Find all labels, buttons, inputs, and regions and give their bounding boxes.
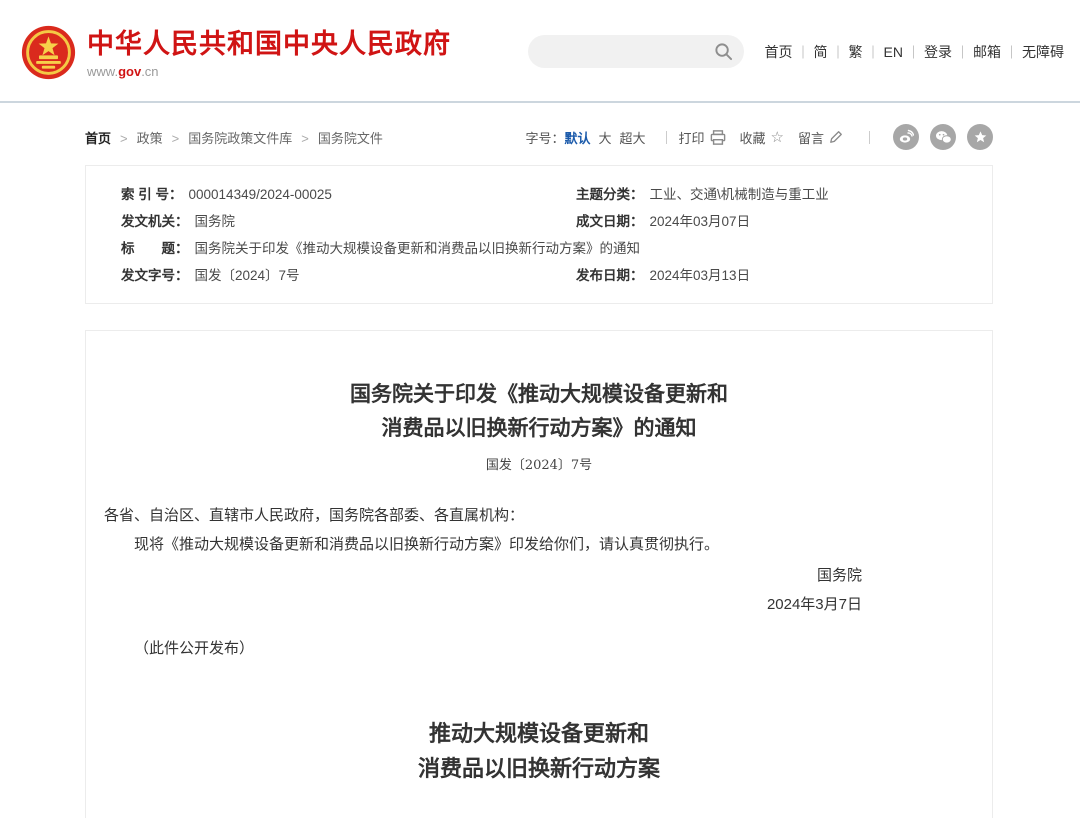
meta-agency-value: 国务院 [195, 214, 236, 229]
breadcrumb-policy-library[interactable]: 国务院政策文件库 [188, 128, 318, 147]
signature-block: 国务院 2024年3月7日 [104, 561, 974, 619]
meta-ref-no-value: 国发〔2024〕7号 [195, 268, 300, 283]
breadcrumb-policy[interactable]: 政策 [137, 128, 189, 147]
document-body: 各省、自治区、直辖市人民政府，国务院各部委、各直属机构： 现将《推动大规模设备更… [104, 501, 974, 818]
plan-subtitle: 推动大规模设备更新和 消费品以旧换新行动方案 [104, 717, 974, 787]
print-button[interactable]: 打印 [679, 128, 726, 147]
url-cn: .cn [141, 64, 158, 79]
nav-traditional[interactable]: 繁 [848, 42, 883, 62]
nav-login[interactable]: 登录 [924, 42, 973, 62]
document-content-box: 国务院关于印发《推动大规模设备更新和 消费品以旧换新行动方案》的通知 国发〔20… [85, 330, 993, 818]
signer: 国务院 [104, 561, 862, 590]
search-icon[interactable] [714, 42, 733, 66]
plan-subtitle-line2: 消费品以旧换新行动方案 [418, 756, 660, 782]
breadcrumb: 首页 政策 国务院政策文件库 国务院文件 [85, 128, 383, 147]
meta-index: 索 引 号： 000014349/2024-00025 [121, 181, 576, 208]
meta-title-value: 国务院关于印发《推动大规模设备更新和消费品以旧换新行动方案》的通知 [195, 241, 641, 256]
meta-topic-label: 主题分类： [576, 187, 644, 202]
site-title: 中华人民共和国中央人民政府 [87, 22, 451, 61]
meta-grid: 索 引 号： 000014349/2024-00025 主题分类： 工业、交通\机械… [121, 181, 992, 289]
print-label: 打印 [679, 128, 705, 147]
brand-text: 中华人民共和国中央人民政府 www.gov.cn [87, 22, 451, 79]
meta-ref-no-label: 发文字号： [121, 268, 189, 283]
comment-pencil-icon [829, 130, 843, 144]
meta-written-date-value: 2024年03月07日 [650, 214, 751, 229]
national-emblem-logo [20, 24, 77, 81]
url-www: www. [87, 64, 118, 79]
meta-pub-date-value: 2024年03月13日 [650, 268, 751, 283]
public-release-note: （此件公开发布） [104, 634, 974, 663]
top-nav: 首页 简 繁 EN 登录 邮箱 无障碍 [764, 42, 1064, 62]
font-size-default[interactable]: 默认 [564, 128, 590, 147]
paragraph-forward: 现将《推动大规模设备更新和消费品以旧换新行动方案》印发给你们，请认真贯彻执行。 [104, 530, 974, 559]
document-number: 国发〔2024〕7号 [104, 454, 974, 473]
font-size-label: 字号： [525, 128, 564, 147]
site-url: www.gov.cn [87, 64, 451, 79]
document-title-line1: 国务院关于印发《推动大规模设备更新和 [350, 381, 728, 406]
favorite-star-icon: ☆ [771, 130, 784, 145]
nav-english[interactable]: EN [884, 42, 924, 61]
meta-title-label: 标 题： [121, 241, 189, 256]
toolbar-separator [666, 131, 667, 144]
nav-mail[interactable]: 邮箱 [973, 42, 1022, 62]
favorite-label: 收藏 [740, 128, 766, 147]
comment-label: 留言 [798, 128, 824, 147]
print-icon [710, 130, 726, 145]
meta-agency-label: 发文机关： [121, 214, 189, 229]
header-right: 首页 简 繁 EN 登录 邮箱 无障碍 [528, 35, 1064, 68]
plan-subtitle-line1: 推动大规模设备更新和 [429, 721, 649, 747]
comment-button[interactable]: 留言 [798, 128, 843, 147]
brand[interactable]: 中华人民共和国中央人民政府 www.gov.cn [20, 20, 451, 81]
toolbar-separator [869, 131, 870, 144]
meta-agency: 发文机关： 国务院 [121, 208, 576, 235]
font-size-large[interactable]: 大 [598, 128, 611, 147]
search-box[interactable] [528, 35, 744, 68]
nav-accessibility[interactable]: 无障碍 [1022, 42, 1064, 62]
document-title-line2: 消费品以旧换新行动方案》的通知 [382, 415, 697, 440]
meta-title: 标 题： 国务院关于印发《推动大规模设备更新和消费品以旧换新行动方案》的通知 [121, 235, 992, 262]
wechat-icon[interactable] [930, 124, 956, 150]
nav-simplified[interactable]: 简 [813, 42, 848, 62]
breadcrumb-state-council-docs[interactable]: 国务院文件 [318, 128, 383, 147]
favorite-button[interactable]: 收藏 ☆ [740, 128, 784, 147]
star-share-icon[interactable] [967, 124, 993, 150]
document-title: 国务院关于印发《推动大规模设备更新和 消费品以旧换新行动方案》的通知 [104, 377, 974, 445]
url-gov: gov [118, 64, 141, 79]
meta-pub-date: 发布日期： 2024年03月13日 [576, 262, 992, 289]
meta-topic-value: 工业、交通\机械制造与重工业 [650, 187, 829, 202]
meta-written-date: 成文日期： 2024年03月07日 [576, 208, 992, 235]
meta-index-value: 000014349/2024-00025 [189, 187, 332, 202]
share-icons [882, 124, 993, 150]
breadcrumb-toolbar-row: 首页 政策 国务院政策文件库 国务院文件 字号： 默认 大 超大 打印 收藏 ☆… [85, 123, 993, 151]
salutation: 各省、自治区、直辖市人民政府，国务院各部委、各直属机构： [104, 501, 974, 530]
meta-index-label: 索 引 号： [121, 187, 183, 202]
meta-pub-date-label: 发布日期： [576, 268, 644, 283]
nav-home[interactable]: 首页 [764, 42, 813, 62]
meta-ref-no: 发文字号： 国发〔2024〕7号 [121, 262, 576, 289]
sign-date: 2024年3月7日 [104, 590, 862, 619]
document-meta-box: 索 引 号： 000014349/2024-00025 主题分类： 工业、交通\机械… [85, 165, 993, 304]
meta-written-date-label: 成文日期： [576, 214, 644, 229]
font-size-xlarge[interactable]: 超大 [619, 128, 645, 147]
search-input[interactable] [542, 35, 712, 68]
doc-toolbar: 字号： 默认 大 超大 打印 收藏 ☆ 留言 [525, 124, 993, 150]
meta-topic: 主题分类： 工业、交通\机械制造与重工业 [576, 181, 992, 208]
weibo-icon[interactable] [893, 124, 919, 150]
breadcrumb-home[interactable]: 首页 [85, 128, 137, 147]
site-header: 中华人民共和国中央人民政府 www.gov.cn 首页 简 繁 EN 登录 邮箱… [0, 0, 1080, 103]
